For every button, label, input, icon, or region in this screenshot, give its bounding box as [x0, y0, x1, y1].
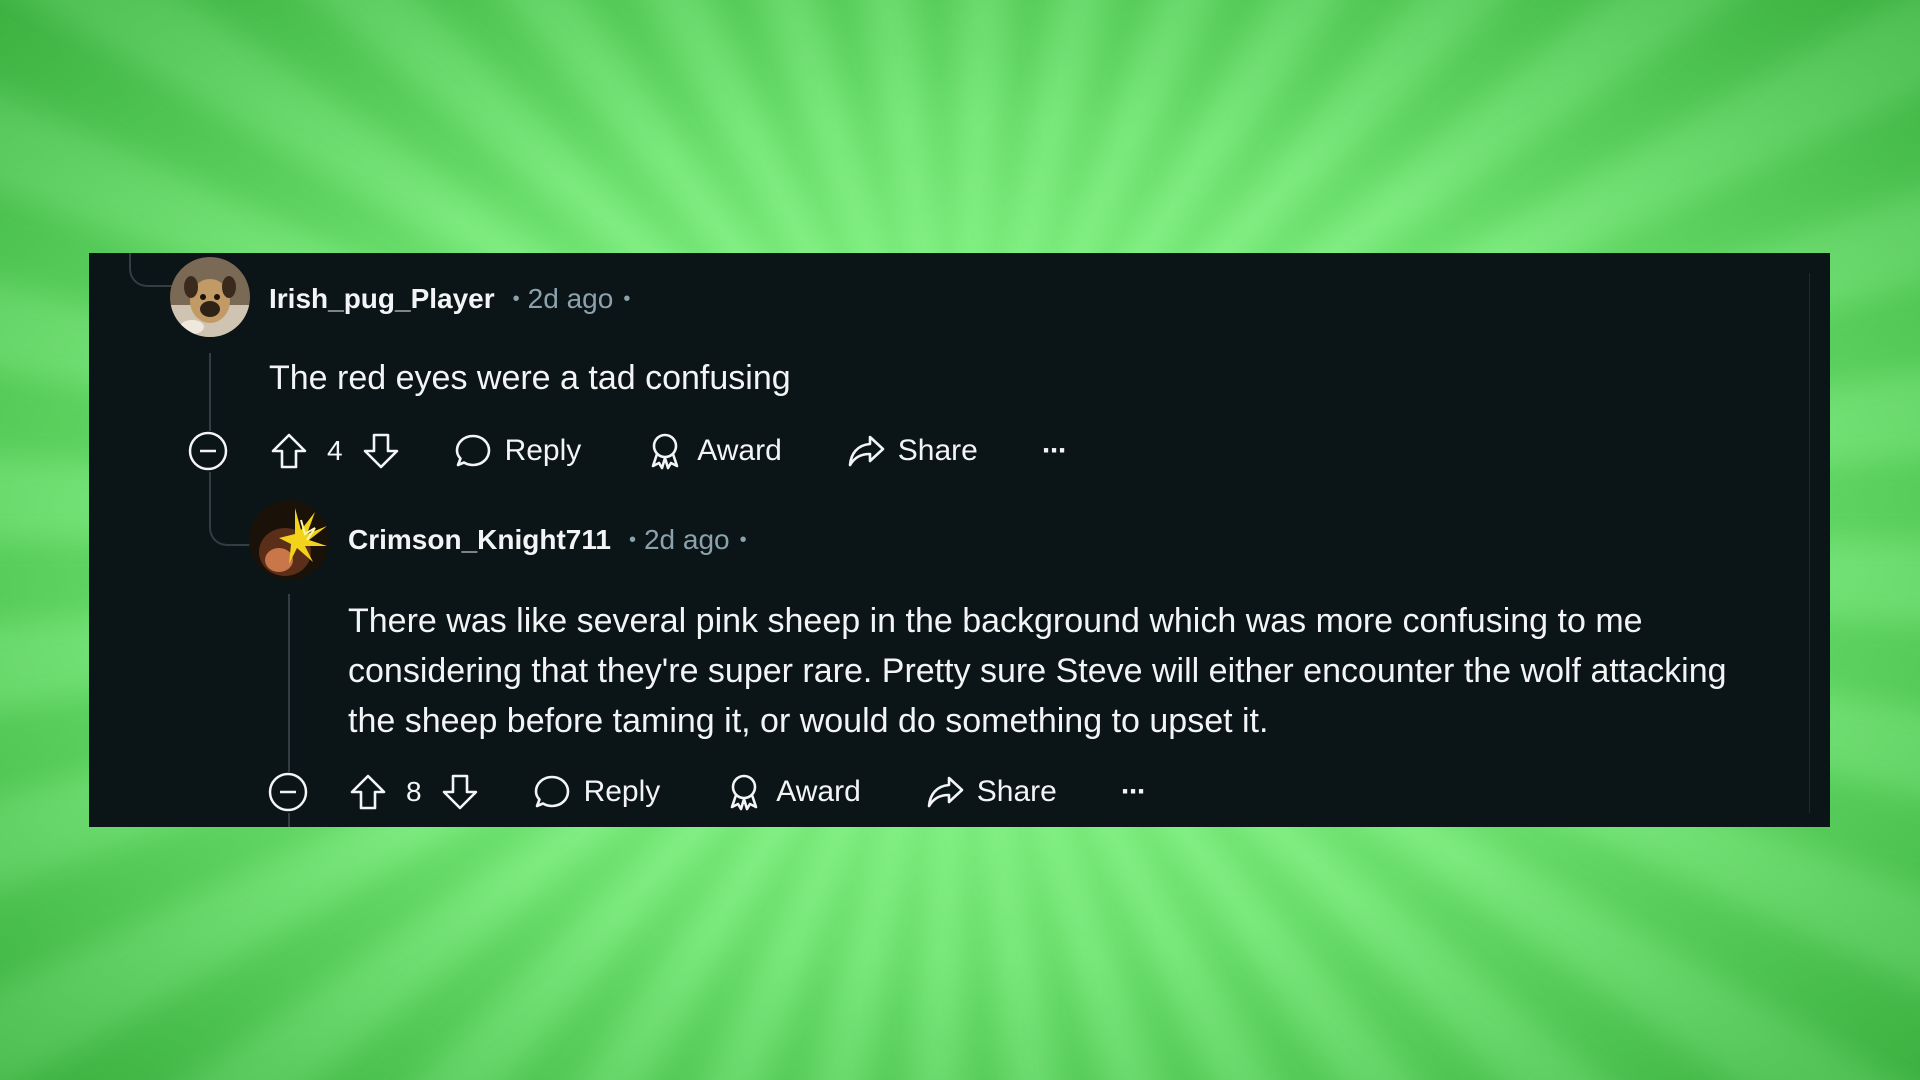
- share-label: Share: [976, 775, 1057, 808]
- separator-dot: •: [628, 528, 636, 551]
- comment-meta: Crimson_Knight711 • 2d ago •: [348, 520, 747, 560]
- collapse-button[interactable]: [268, 772, 308, 812]
- vote-count: 8: [406, 776, 422, 807]
- separator-dot: •: [739, 528, 747, 551]
- share-label: Share: [897, 434, 978, 467]
- downvote-button[interactable]: [440, 772, 480, 812]
- downvote-icon: [442, 774, 477, 810]
- parent-thread-connector: [129, 253, 179, 287]
- more-icon: ···: [1120, 775, 1147, 808]
- collapse-icon: [268, 772, 308, 812]
- upvote-icon: [271, 433, 307, 469]
- upvote-button[interactable]: [348, 772, 388, 812]
- separator-dot: •: [512, 287, 520, 310]
- share-icon: [848, 435, 885, 467]
- share-button[interactable]: Share: [846, 431, 978, 471]
- award-label: Award: [776, 775, 861, 808]
- award-button[interactable]: Award: [645, 431, 782, 471]
- reply-thread-line: [288, 594, 290, 776]
- username[interactable]: Irish_pug_Player: [269, 283, 495, 315]
- avatar[interactable]: [170, 257, 250, 337]
- username[interactable]: Crimson_Knight711: [348, 524, 611, 556]
- more-options-button[interactable]: ···: [1041, 434, 1068, 468]
- comment-body: The red eyes were a tad confusing: [269, 359, 791, 397]
- reply-label: Reply: [583, 775, 661, 808]
- more-icon: ···: [1041, 434, 1068, 467]
- award-icon: [651, 433, 679, 470]
- award-button[interactable]: Award: [724, 772, 861, 812]
- reply-icon: [455, 434, 490, 467]
- comment-meta: Irish_pug_Player • 2d ago •: [269, 279, 630, 319]
- comment-body: There was like several pink sheep in the…: [348, 602, 1727, 740]
- thread-line: [209, 353, 211, 433]
- vote-count: 4: [327, 435, 343, 466]
- reply-thread-line-tail: [288, 813, 290, 827]
- award-label: Award: [697, 434, 782, 467]
- reply-icon: [534, 775, 569, 808]
- comment-thread: Irish_pug_Player • 2d ago • The red eyes…: [89, 253, 1830, 827]
- reply-button[interactable]: Reply: [453, 431, 582, 471]
- collapse-icon: [188, 431, 228, 471]
- reply-label: Reply: [504, 434, 582, 467]
- panel-edge: [1809, 273, 1830, 813]
- comment-actions: 8 Reply Award Share ···: [348, 767, 1147, 817]
- timestamp[interactable]: 2d ago: [528, 283, 614, 315]
- award-icon: [730, 774, 758, 811]
- upvote-button[interactable]: [269, 431, 309, 471]
- timestamp[interactable]: 2d ago: [644, 524, 730, 556]
- more-options-button[interactable]: ···: [1120, 775, 1147, 809]
- avatar[interactable]: [249, 500, 329, 580]
- share-button[interactable]: Share: [925, 772, 1057, 812]
- separator-dot: •: [623, 287, 631, 310]
- downvote-icon: [363, 433, 398, 469]
- downvote-button[interactable]: [361, 431, 401, 471]
- upvote-icon: [350, 774, 386, 810]
- reply-button[interactable]: Reply: [532, 772, 661, 812]
- collapse-button[interactable]: [188, 431, 228, 471]
- comment-actions: 4 Reply Award Share ···: [269, 426, 1068, 476]
- share-icon: [927, 776, 964, 808]
